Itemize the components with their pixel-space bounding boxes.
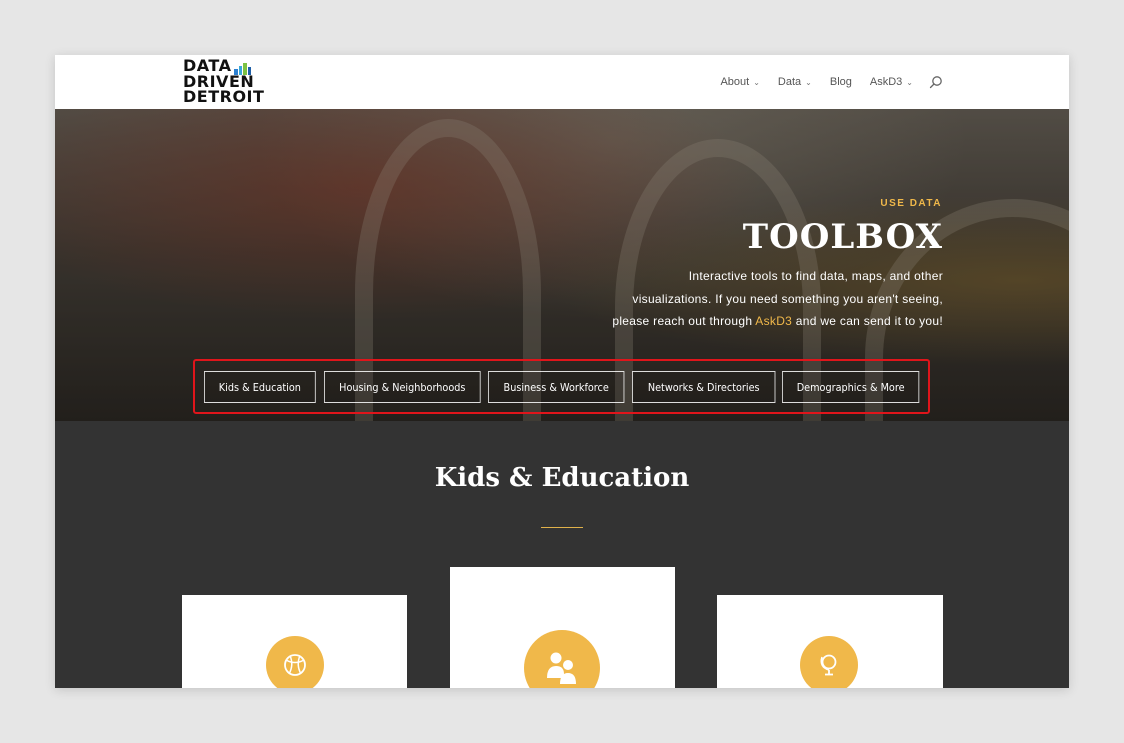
hero-title: TOOLBOX [742,217,943,257]
hero-desc-line-3-post: and we can send it to you! [792,314,943,328]
tab-networks-directories[interactable]: Networks & Directories [632,371,776,403]
hero-description: Interactive tools to find data, maps, an… [543,265,943,333]
tool-card[interactable] [182,595,407,688]
hero-kicker: USE DATA [880,198,942,209]
nav-blog[interactable]: Blog [830,76,852,88]
chevron-down-icon: ⌄ [753,77,760,87]
nav-data[interactable]: Data ⌄ [778,76,812,88]
hero-desc-line-1: Interactive tools to find data, maps, an… [688,269,943,283]
hero-desc-line-2: visualizations. If you need something yo… [632,291,943,306]
nav-blog-label: Blog [829,76,852,88]
logo-line-3: DETROIT [183,87,265,106]
nav-about-label: About [720,76,750,88]
search-icon[interactable] [929,75,943,89]
card-icon-circle [800,636,858,688]
tab-kids-education[interactable]: Kids & Education [204,371,316,403]
askd3-link[interactable]: AskD3 [755,314,792,328]
tab-housing-neighborhoods[interactable]: Housing & Neighborhoods [324,371,481,403]
nav-askd3-label: AskD3 [869,76,903,88]
tool-card[interactable] [717,595,943,688]
chevron-down-icon: ⌄ [906,77,913,87]
tab-business-workforce[interactable]: Business & Workforce [488,371,625,403]
nav-data-label: Data [777,76,802,88]
section-title: Kids & Education [434,463,690,493]
hero-banner: USE DATA TOOLBOX Interactive tools to fi… [55,109,1069,421]
nav-about[interactable]: About ⌄ [720,76,759,88]
hero-desc-line-3-pre: please reach out through [612,314,756,328]
site-header: DATA DRIVEN DETROIT About ⌄ Data ⌄ Blog … [55,55,1069,109]
tab-demographics-more[interactable]: Demographics & More [782,371,920,403]
nav-askd3[interactable]: AskD3 ⌄ [870,76,913,88]
main-nav: About ⌄ Data ⌄ Blog AskD3 ⌄ [702,75,943,89]
tool-card[interactable] [450,567,675,688]
card-icon-circle [266,636,324,688]
section-divider [541,527,583,528]
globe-icon [820,654,837,676]
chevron-down-icon: ⌄ [805,77,812,87]
hero-desc-line-3: please reach out through AskD3 and we ca… [543,310,943,333]
people-icon [547,652,576,684]
card-icon-circle [524,630,600,688]
basketball-icon [284,654,306,676]
data-driven-detroit-logo[interactable]: DATA DRIVEN DETROIT [183,58,283,106]
browser-viewport: DATA DRIVEN DETROIT About ⌄ Data ⌄ Blog … [55,55,1069,688]
